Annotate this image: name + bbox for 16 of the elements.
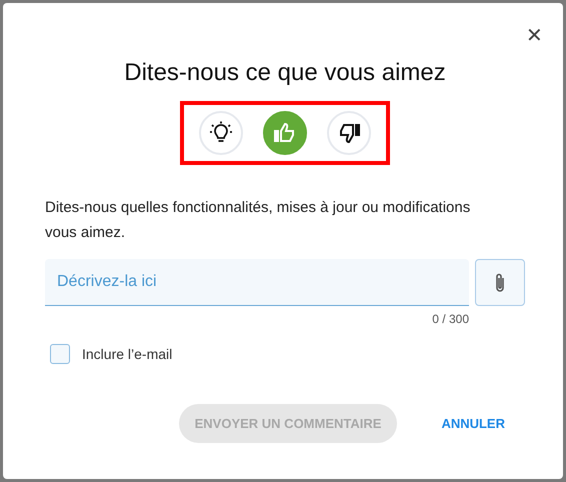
paperclip-icon [494, 272, 506, 294]
email-label: Inclure l’e-mail [82, 346, 172, 362]
thumbs-down-icon [337, 121, 361, 145]
lightbulb-icon [209, 121, 233, 145]
description-field[interactable]: Décrivez-la ici [45, 259, 469, 306]
character-counter: 0 / 300 [431, 312, 469, 326]
email-checkbox[interactable] [50, 344, 70, 364]
thumbs-up-icon [273, 121, 297, 145]
cancel-button[interactable]: ANNULER [421, 404, 525, 443]
dialog-title: Dites-nous ce que vous aimez [123, 58, 447, 87]
close-button[interactable]: ✕ [524, 21, 545, 50]
prompt-text: Dites-nous quelles fonctionnalités, mises à jour ou modifications vous aimez. [45, 198, 472, 243]
idea-button[interactable] [199, 111, 243, 155]
like-button[interactable] [263, 111, 307, 155]
attach-button[interactable] [475, 259, 525, 306]
dislike-button[interactable] [327, 111, 371, 155]
